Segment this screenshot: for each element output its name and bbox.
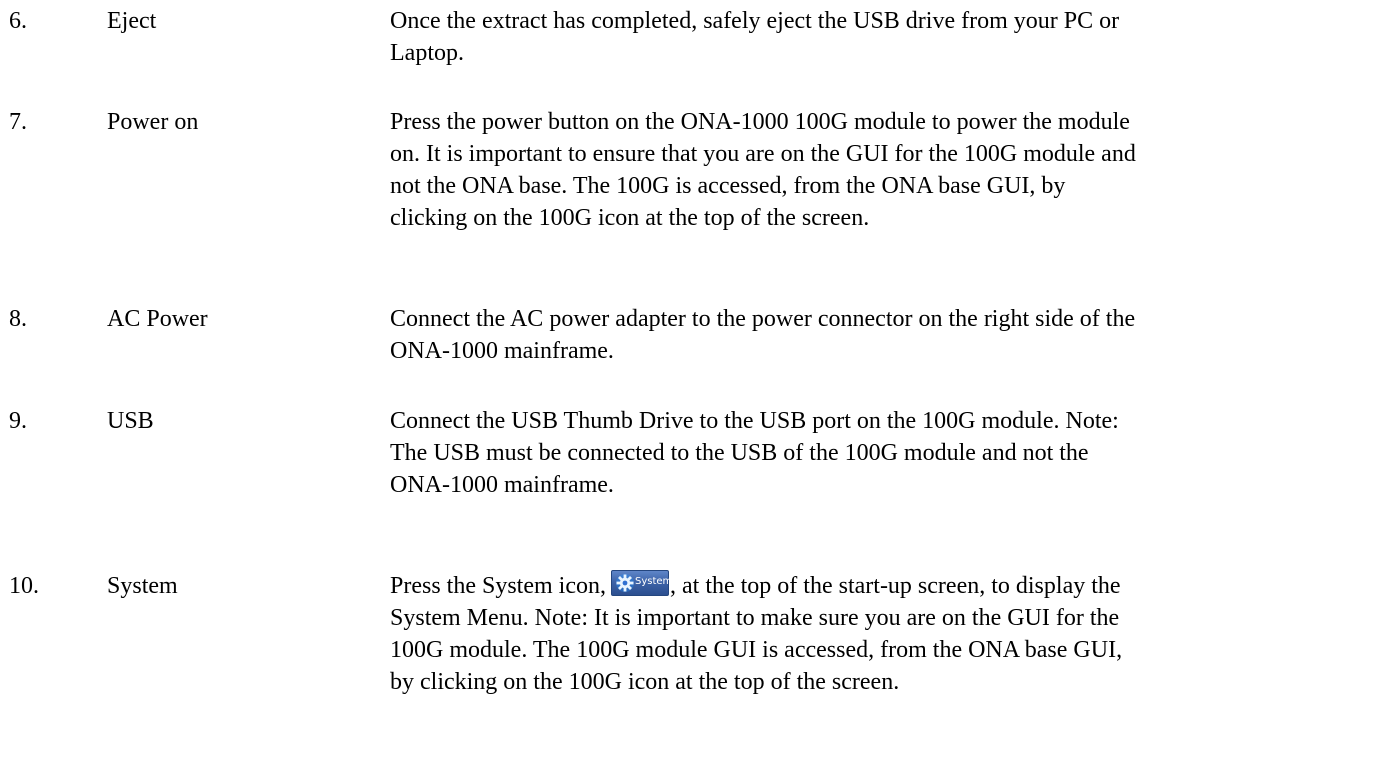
gear-icon [616, 574, 634, 592]
description-line: Connect the USB Thumb Drive to the USB p… [390, 408, 1119, 434]
step-description: Connect the USB Thumb Drive to the USB p… [390, 405, 1390, 501]
description-line: not the ONA base. The 100G is accessed, … [390, 173, 1066, 199]
description-line: ONA-1000 mainframe. [390, 472, 614, 498]
description-line: on. It is important to ensure that you a… [390, 141, 1136, 167]
description-line: by clicking on the 100G icon at the top … [390, 669, 900, 695]
step-description: Press the System icon, System, at the top… [390, 570, 1390, 698]
step-number: 7. [9, 109, 27, 135]
description-line: Press the power button on the ONA-1000 1… [390, 109, 1130, 135]
description-text: Press the System icon, [390, 573, 606, 599]
description-line: System Menu. Note: It is important to ma… [390, 605, 1120, 631]
step-description: Once the extract has completed, safely e… [390, 5, 1390, 69]
description-line: clicking on the 100G icon at the top of … [390, 205, 870, 231]
step-number: 6. [9, 8, 27, 34]
step-label: USB [107, 408, 154, 434]
description-line: Once the extract has completed, safely e… [390, 8, 1120, 34]
step-label: Eject [107, 8, 157, 34]
step-description: Connect the AC power adapter to the powe… [390, 303, 1390, 367]
step-label: Power on [107, 109, 199, 135]
description-line: 100G module. The 100G module GUI is acce… [390, 637, 1123, 663]
description-line: The USB must be connected to the USB of … [390, 440, 1089, 466]
description-text: , at the top of the start-up screen, to … [670, 573, 1121, 599]
description-line: Connect the AC power adapter to the powe… [390, 306, 1136, 332]
step-description: Press the power button on the ONA-1000 1… [390, 106, 1390, 234]
description-line: Laptop. [390, 40, 464, 66]
step-number: 8. [9, 306, 27, 332]
system-gear-icon: System [611, 570, 673, 596]
description-line: Press the System icon, System, at the top… [390, 570, 1390, 602]
step-number: 9. [9, 408, 27, 434]
system-icon-label: System [635, 576, 673, 587]
step-label: AC Power [107, 306, 208, 332]
description-line: ONA-1000 mainframe. [390, 338, 614, 364]
step-number: 10. [9, 573, 39, 599]
step-label: System [107, 573, 178, 599]
